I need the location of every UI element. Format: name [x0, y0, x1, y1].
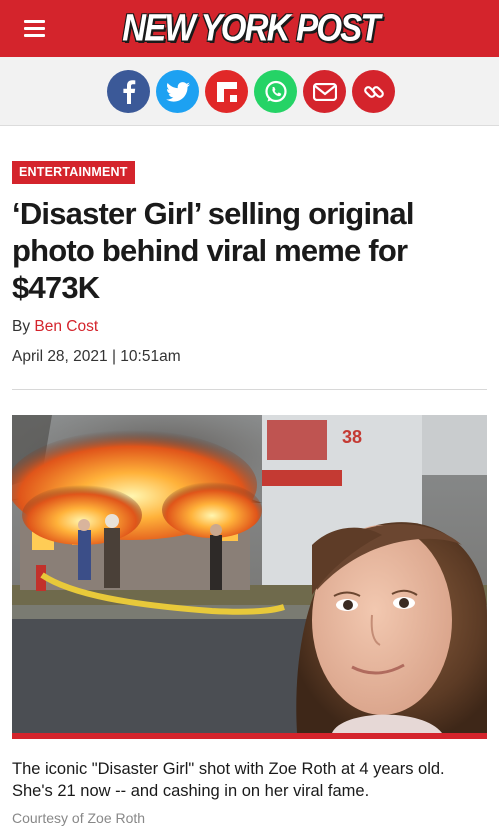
flipboard-share-button[interactable] — [205, 70, 248, 113]
whatsapp-share-button[interactable] — [254, 70, 297, 113]
flipboard-icon — [216, 81, 237, 102]
headline: ‘Disaster Girl’ selling original photo b… — [12, 196, 414, 305]
disaster-girl-photo: 38 — [12, 415, 487, 733]
divider — [12, 389, 487, 390]
author-link[interactable]: Ben Cost — [34, 318, 98, 335]
link-icon — [363, 85, 384, 98]
publish-date: April 28, 2021 | 10:51am — [12, 348, 181, 365]
facebook-icon — [122, 79, 135, 104]
photo-caption: The iconic "Disaster Girl" shot with Zoe… — [12, 760, 445, 800]
top-bar: NEW YORK POST — [0, 0, 499, 57]
photo-accent-bar — [12, 733, 487, 739]
article-photo[interactable]: 38 — [12, 415, 487, 733]
hamburger-menu-icon[interactable] — [24, 20, 45, 37]
share-bar — [0, 57, 499, 126]
site-logo[interactable]: NEW YORK POST — [118, 6, 383, 50]
whatsapp-icon — [264, 80, 287, 102]
twitter-share-button[interactable] — [156, 70, 199, 113]
byline: By Ben Cost — [12, 318, 98, 336]
logo-text: NEW YORK POST — [122, 6, 380, 49]
copy-link-button[interactable] — [352, 70, 395, 113]
email-share-button[interactable] — [303, 70, 346, 113]
truck-number: 38 — [342, 427, 362, 447]
section-tag[interactable]: ENTERTAINMENT — [12, 161, 135, 184]
facebook-share-button[interactable] — [107, 70, 150, 113]
byline-prefix: By — [12, 318, 35, 335]
email-icon — [312, 82, 337, 101]
twitter-icon — [165, 81, 190, 102]
photo-credit: Courtesy of Zoe Roth — [12, 810, 146, 826]
